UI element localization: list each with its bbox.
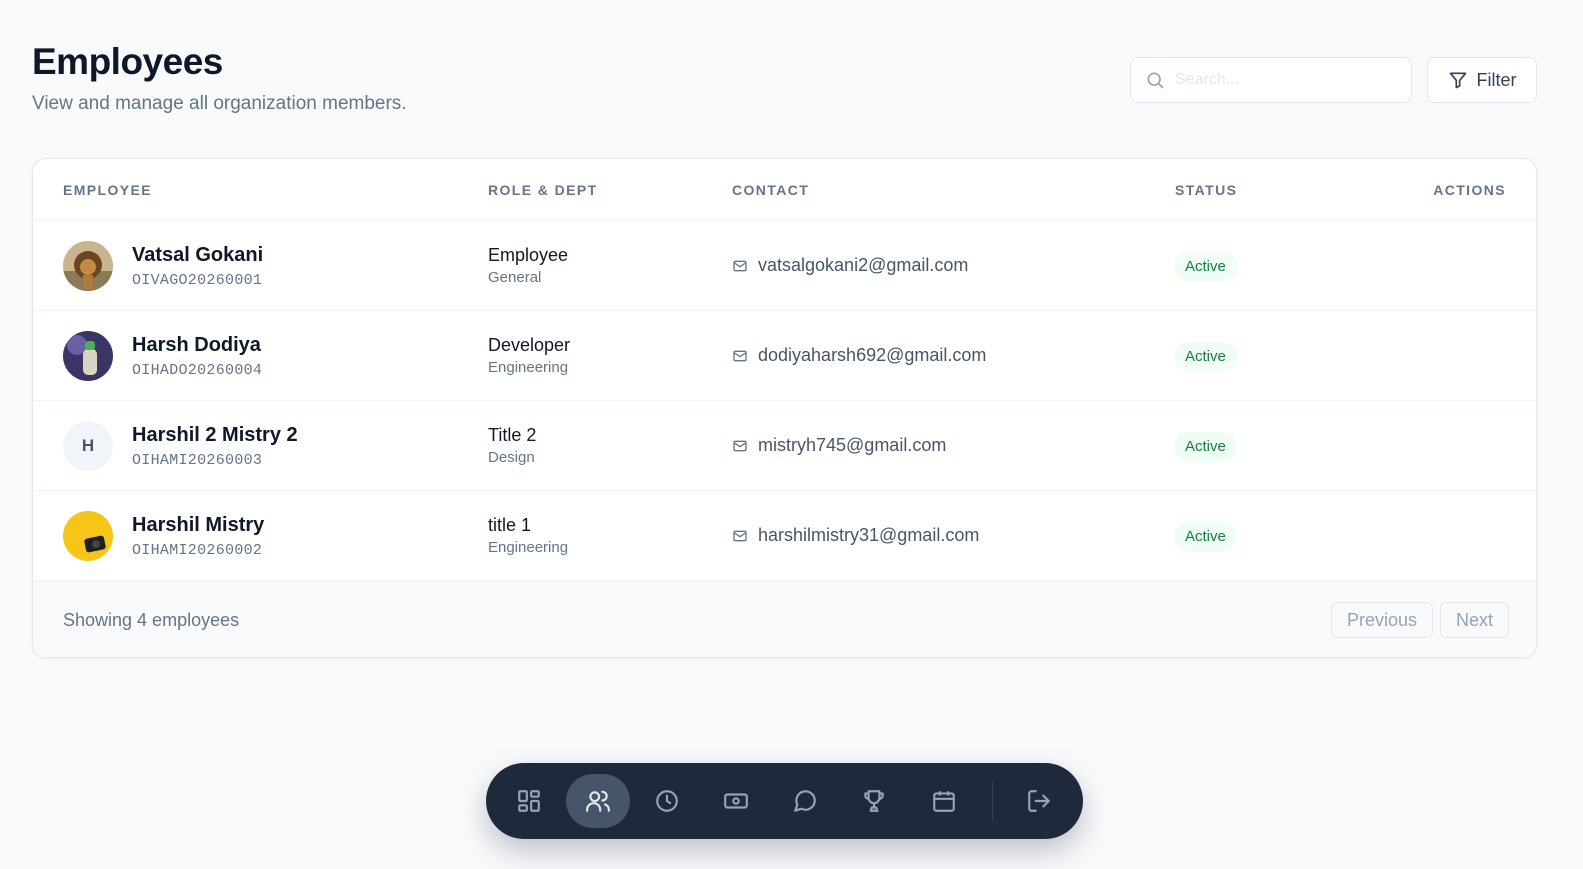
dock-achievements[interactable] — [847, 774, 901, 828]
employee-role: Developer — [488, 335, 571, 355]
column-contact: CONTACT — [732, 182, 810, 198]
dock-logout[interactable] — [1012, 774, 1066, 828]
column-employee: EMPLOYEE — [63, 182, 152, 198]
status-badge: Active — [1174, 522, 1237, 551]
employee-id: OIVAGO20260001 — [132, 272, 263, 289]
employee-role: Employee — [488, 245, 569, 265]
employee-id: OIHAMI20260003 — [132, 452, 263, 469]
search-input[interactable] — [1175, 71, 1395, 89]
dock-dashboard[interactable] — [502, 774, 556, 828]
next-button[interactable]: Next — [1440, 602, 1510, 638]
employee-contact[interactable]: dodiyaharsh692@gmail.com — [732, 345, 986, 366]
page-title: Employees — [32, 41, 223, 82]
employee-contact[interactable]: vatsalgokani2@gmail.com — [732, 255, 968, 276]
status-badge: Active — [1174, 342, 1237, 371]
clock-icon — [656, 790, 678, 812]
employee-name[interactable]: Harshil Mistry — [132, 514, 264, 537]
mail-icon — [733, 440, 747, 451]
page-subtitle: View and manage all organization members… — [32, 93, 407, 114]
dock-payroll[interactable] — [709, 774, 763, 828]
filter-button[interactable]: Filter — [1427, 57, 1537, 103]
table-header: EMPLOYEE ROLE & DEPT CONTACT STATUS ACTI… — [33, 159, 1536, 221]
avatar — [63, 241, 113, 291]
dock-calendar[interactable] — [917, 774, 971, 828]
employee-dept: Design — [488, 449, 535, 466]
column-actions: ACTIONS — [1433, 182, 1506, 198]
employee-role: Title 2 — [488, 425, 537, 445]
logout-icon — [1028, 790, 1050, 812]
dock-attendance[interactable] — [640, 774, 694, 828]
trophy-icon — [864, 790, 884, 812]
banknote-icon — [724, 793, 748, 809]
search-box[interactable] — [1130, 57, 1412, 103]
employee-name[interactable]: Vatsal Gokani — [132, 244, 263, 267]
dock-divider — [992, 781, 993, 821]
employee-dept: Engineering — [488, 539, 569, 556]
search-icon — [1147, 72, 1164, 89]
previous-button[interactable]: Previous — [1331, 602, 1434, 638]
avatar — [63, 511, 113, 561]
mail-icon — [733, 260, 747, 271]
table-footer: Showing 4 employees Previous Next — [33, 581, 1536, 657]
dock-employees[interactable] — [566, 774, 630, 828]
employee-id: OIHAMI20260002 — [132, 542, 263, 559]
filter-icon — [1449, 72, 1466, 89]
calendar-icon — [933, 791, 955, 812]
filter-label: Filter — [1476, 69, 1517, 90]
employee-role: title 1 — [488, 515, 532, 535]
table-row[interactable]: H Harshil 2 Mistry 2 OIHAMI20260003 Titl… — [33, 401, 1536, 491]
dashboard-icon — [518, 790, 540, 812]
table-row[interactable]: Harshil Mistry OIHAMI20260002 title 1 En… — [33, 491, 1536, 581]
status-badge: Active — [1174, 252, 1237, 281]
status-badge: Active — [1174, 432, 1237, 461]
employee-name[interactable]: Harshil 2 Mistry 2 — [132, 424, 298, 447]
employee-email[interactable]: mistryh745@gmail.com — [758, 435, 946, 456]
mail-icon — [733, 530, 747, 541]
avatar — [63, 331, 113, 381]
column-status: STATUS — [1175, 182, 1238, 198]
table-row[interactable]: Harsh Dodiya OIHADO20260004 Developer En… — [33, 311, 1536, 401]
avatar: H — [63, 421, 113, 471]
bottom-dock — [486, 763, 1083, 839]
employee-count: Showing 4 employees — [63, 610, 240, 630]
column-role-dept: ROLE & DEPT — [488, 182, 598, 198]
employee-dept: General — [488, 269, 542, 286]
employee-contact[interactable]: mistryh745@gmail.com — [732, 435, 946, 456]
employee-email[interactable]: dodiyaharsh692@gmail.com — [758, 345, 986, 366]
dock-messages[interactable] — [778, 774, 832, 828]
employee-email[interactable]: vatsalgokani2@gmail.com — [758, 255, 968, 276]
users-icon — [586, 790, 610, 812]
chat-icon — [794, 790, 816, 812]
employee-dept: Engineering — [488, 359, 569, 376]
employees-table: EMPLOYEE ROLE & DEPT CONTACT STATUS ACTI… — [32, 158, 1537, 658]
employee-name[interactable]: Harsh Dodiya — [132, 334, 261, 357]
employee-contact[interactable]: harshilmistry31@gmail.com — [732, 525, 979, 546]
table-row[interactable]: Vatsal Gokani OIVAGO20260001 Employee Ge… — [33, 221, 1536, 311]
mail-icon — [733, 350, 747, 361]
page-header: Employees View and manage all organizati… — [32, 40, 407, 116]
employee-email[interactable]: harshilmistry31@gmail.com — [758, 525, 979, 546]
employee-id: OIHADO20260004 — [132, 362, 263, 379]
